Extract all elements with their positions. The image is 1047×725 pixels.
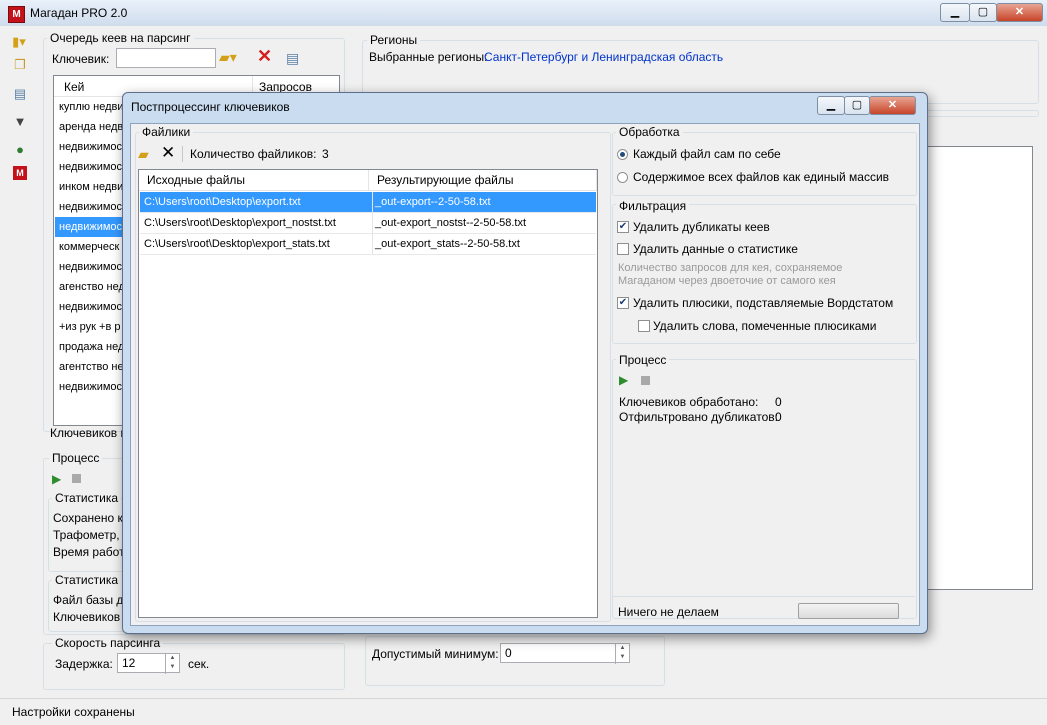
minimum-input[interactable]: 0 ▲ ▼ — [500, 643, 630, 664]
keyword-label: Ключевик: — [52, 52, 110, 66]
minimum-value: 0 — [505, 646, 512, 660]
stats-line-traffic: Трафометр, к — [53, 528, 129, 542]
dialog-title: Постпроцессинг ключевиков — [131, 100, 290, 114]
app-logo-icon: M — [8, 6, 25, 23]
dialog-progress-bar — [798, 603, 899, 619]
file-row[interactable]: C:\Users\root\Desktop\export_stats.txt _o… — [140, 234, 596, 255]
source-file-cell: C:\Users\root\Desktop\export.txt — [144, 196, 301, 208]
db-line-file: Файл базы д — [53, 593, 124, 607]
dedupe-label[interactable]: Удалить дубликаты кеев — [633, 220, 770, 234]
window-title: Магадан PRO 2.0 — [30, 6, 128, 20]
remove-stats-label[interactable]: Удалить данные о статистике — [633, 242, 798, 256]
toolbar-separator — [182, 146, 183, 162]
filter-group-title: Фильтрация — [616, 199, 690, 213]
stats-hint-line1: Количество запросов для кея, сохраняемое — [618, 262, 843, 274]
queue-footer: Ключевиков в — [50, 426, 127, 440]
folder-dropdown-icon[interactable]: ▮▾ — [11, 34, 27, 50]
delay-spinner[interactable]: ▲ ▼ — [165, 654, 179, 674]
column-header-result[interactable]: Результирующие файлы — [369, 170, 597, 190]
radio-each-file[interactable] — [617, 149, 628, 160]
remove-words-checkbox[interactable] — [638, 320, 650, 332]
right-list-box[interactable] — [920, 146, 1033, 590]
status-text: Настройки сохранены — [12, 705, 135, 719]
processing-group — [612, 132, 917, 196]
play-icon[interactable]: ▶ — [52, 472, 61, 486]
files-group-title: Файлики — [139, 125, 194, 139]
selected-regions-label: Выбранные регионы: — [369, 50, 488, 64]
regions-group-title: Регионы — [367, 33, 421, 47]
settings-icon[interactable]: ▤ — [286, 50, 299, 67]
play-icon[interactable]: ▶ — [619, 373, 628, 387]
files-count-value: 3 — [322, 147, 329, 161]
delay-input[interactable]: 12 ▲ ▼ — [117, 653, 180, 674]
stats-line-saved: Сохранено кл — [53, 511, 130, 525]
result-file-cell: _out-export_nostst--2-50-58.txt — [372, 213, 595, 233]
db-line-keys: Ключевиков — [53, 610, 121, 624]
minimize-button[interactable]: ▁ — [940, 3, 970, 22]
copy-icon[interactable]: ❐ — [12, 57, 28, 73]
remove-plus-label[interactable]: Удалить плюсики, подставляемые Вордстато… — [633, 296, 893, 310]
dedupe-checkbox[interactable]: ✔ — [617, 221, 629, 233]
file-row[interactable]: C:\Users\root\Desktop\export.txt _out-exp… — [140, 192, 596, 213]
keyword-input[interactable] — [116, 48, 216, 68]
delete-icon[interactable]: ✕ — [257, 46, 272, 67]
selected-regions-link[interactable]: Санкт-Петербург и Ленинградская область — [484, 50, 723, 64]
processed-value: 0 — [775, 395, 782, 409]
filter-icon[interactable]: ▼ — [12, 114, 28, 130]
files-list-header: Исходные файлы Результирующие файлы — [139, 170, 597, 191]
magadan-logo-icon[interactable]: M — [13, 166, 27, 180]
dialog-maximize-button[interactable]: ▢ — [844, 96, 870, 115]
speed-group-title: Скорость парсинга — [52, 636, 164, 650]
remove-stats-checkbox[interactable] — [617, 243, 629, 255]
process-group-title: Процесс — [49, 451, 103, 465]
minimum-label: Допустимый минимум: — [372, 647, 499, 661]
status-separator — [612, 596, 915, 597]
maximize-button[interactable]: ▢ — [969, 3, 997, 22]
result-file-cell: _out-export--2-50-58.txt — [372, 192, 595, 212]
file-rows: C:\Users\root\Desktop\export.txt _out-exp… — [140, 192, 596, 255]
processed-label: Ключевиков обработано: — [619, 395, 759, 409]
stats-group-title: Статистика о — [52, 491, 132, 505]
queue-group-title: Очередь кеев на парсинг — [47, 31, 194, 45]
column-header-source[interactable]: Исходные файлы — [139, 170, 369, 190]
remove-icon[interactable]: ✕ — [161, 143, 175, 163]
file-row[interactable]: C:\Users\root\Desktop\export_nostst.txt _… — [140, 213, 596, 234]
dupes-value: 0 — [775, 410, 782, 424]
files-count-label: Количество файликов: — [190, 147, 317, 161]
close-button[interactable]: ✕ — [996, 3, 1043, 22]
dupes-label: Отфильтровано дубликатов: — [619, 410, 778, 424]
stats-line-time: Время работ — [53, 545, 125, 559]
result-file-cell: _out-export_stats--2-50-58.txt — [372, 234, 595, 254]
stats-hint-line2: Магаданом через двоеточие от самого кея — [618, 275, 836, 287]
radio-each-file-label[interactable]: Каждый файл сам по себе — [633, 147, 781, 161]
source-file-cell: C:\Users\root\Desktop\export_stats.txt — [144, 238, 330, 250]
delay-value: 12 — [122, 656, 136, 670]
postprocessing-dialog: Постпроцессинг ключевиков ▁ ▢ ✕ Файлики … — [122, 92, 928, 634]
globe-icon[interactable]: ● — [12, 142, 28, 158]
stop-icon[interactable] — [72, 474, 81, 483]
title-bar: M Магадан PRO 2.0 ▁ ▢ ✕ — [0, 0, 1047, 26]
remove-words-label[interactable]: Удалить слова, помеченные плюсиками — [653, 319, 876, 333]
db-stats-group-title: Статистика б — [52, 573, 132, 587]
delay-unit: сек. — [188, 657, 210, 671]
radio-single-array-label[interactable]: Содержимое всех файлов как единый массив — [633, 170, 889, 184]
status-bar: Настройки сохранены — [0, 698, 1047, 725]
settings-icon[interactable]: ▤ — [12, 86, 28, 102]
dialog-status-text: Ничего не делаем — [618, 605, 719, 619]
delay-label: Задержка: — [55, 657, 113, 671]
files-list[interactable]: Исходные файлы Результирующие файлы C:\U… — [138, 169, 598, 618]
process-group-title: Процесс — [616, 353, 670, 367]
dialog-minimize-button[interactable]: ▁ — [817, 96, 845, 115]
open-folder-icon[interactable]: ▰▾ — [219, 49, 237, 66]
open-folder-icon[interactable]: ▰ — [138, 146, 149, 163]
processing-group-title: Обработка — [616, 125, 683, 139]
source-file-cell: C:\Users\root\Desktop\export_nostst.txt — [144, 217, 336, 229]
dialog-body: Файлики ▰ ✕ Количество файликов: 3 Исход… — [130, 123, 920, 626]
minimum-spinner[interactable]: ▲ ▼ — [615, 644, 629, 664]
column-header-key[interactable]: Кей — [64, 80, 84, 94]
dialog-close-button[interactable]: ✕ — [869, 96, 916, 115]
remove-plus-checkbox[interactable]: ✔ — [617, 297, 629, 309]
stop-icon[interactable] — [641, 376, 650, 385]
radio-single-array[interactable] — [617, 172, 628, 183]
